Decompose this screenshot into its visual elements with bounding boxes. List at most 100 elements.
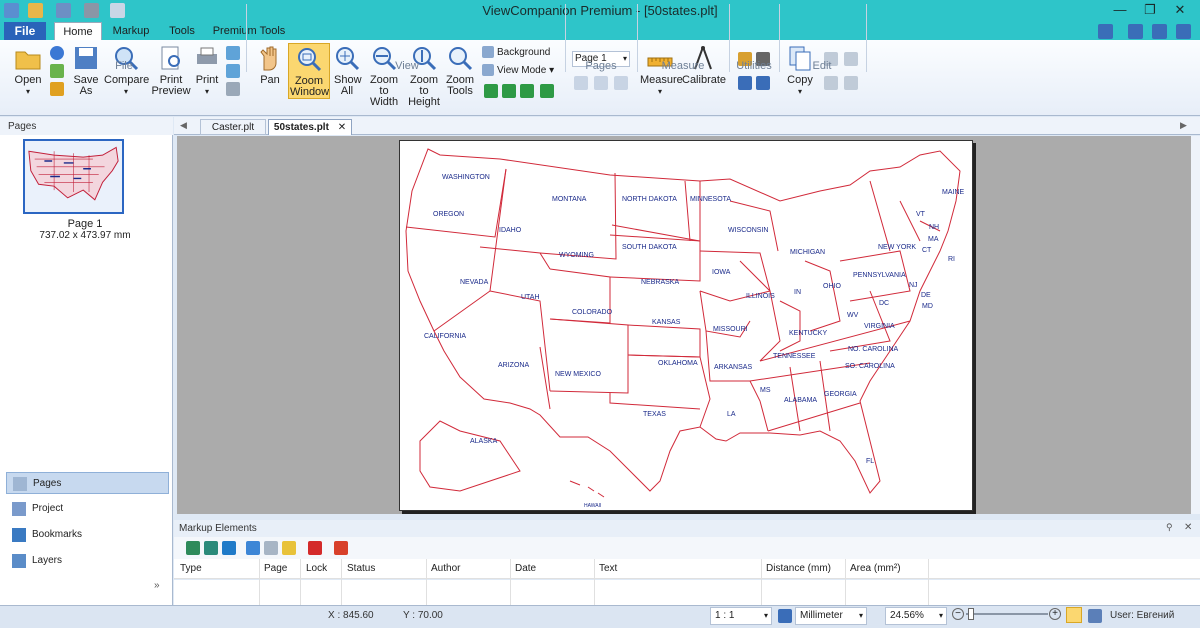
zoom-to-height-button[interactable]: Zoom to Height <box>404 44 444 108</box>
map-state-label: HAWAII <box>584 503 602 509</box>
first-page-icon[interactable] <box>574 76 588 90</box>
tab-scroll-left-icon[interactable]: ◀ <box>180 120 187 131</box>
map-state-label: IDAHO <box>499 227 522 234</box>
chevron-down-icon: ▾ <box>763 611 768 620</box>
close-button[interactable]: ✕ <box>1165 0 1195 20</box>
col-status[interactable]: Status <box>347 563 375 574</box>
tab-premium-tools[interactable]: Premium Tools <box>208 22 290 40</box>
camera-icon[interactable] <box>844 76 858 90</box>
lock-icon[interactable] <box>282 541 296 555</box>
find-icon[interactable] <box>824 76 838 90</box>
search-icon[interactable] <box>756 76 770 90</box>
map-state-label: MINNESOTA <box>690 196 732 203</box>
restore-doc-icon[interactable] <box>1152 24 1167 39</box>
map-state-label: KANSAS <box>652 319 681 326</box>
units-select[interactable]: Millimeter ▾ <box>795 607 867 625</box>
markup-tools-icon[interactable] <box>186 541 200 555</box>
scale-select[interactable]: 1 : 1 ▾ <box>710 607 772 625</box>
pages-panel-header: Pages <box>0 117 173 135</box>
map-state-label: COLORADO <box>572 309 613 316</box>
forward-arrow-icon[interactable] <box>50 82 64 96</box>
map-state-label: NEBRASKA <box>641 279 680 286</box>
zoom-to-width-button[interactable]: Zoom to Width <box>364 44 404 108</box>
cross-tools-icon[interactable] <box>738 76 752 90</box>
ribbon-separator <box>246 4 247 72</box>
tab-home[interactable]: Home <box>54 22 102 40</box>
chevron-down-icon: ▾ <box>858 611 863 620</box>
snap-toggle-icon[interactable] <box>1066 607 1082 623</box>
col-area[interactable]: Area (mm²) <box>850 563 901 574</box>
delete-icon[interactable] <box>308 541 322 555</box>
map-state-label: ARIZONA <box>498 362 530 369</box>
map-state-label: NJ <box>909 282 918 289</box>
markup-grid-body[interactable] <box>174 580 1200 605</box>
map-state-label: OHIO <box>823 283 841 290</box>
layers-icon <box>12 554 26 568</box>
grid-divider <box>928 559 929 605</box>
map-state-label: GEORGIA <box>824 391 857 398</box>
col-text[interactable]: Text <box>599 563 617 574</box>
pin-icon[interactable]: ⚲ <box>1166 522 1173 533</box>
coordinates-icon[interactable] <box>1088 609 1102 623</box>
minimize-button[interactable]: — <box>1105 0 1135 20</box>
map-state-label: SO. CAROLINA <box>845 363 895 370</box>
col-date[interactable]: Date <box>515 563 536 574</box>
markup-comment-icon[interactable] <box>264 541 278 555</box>
page-setup-icon[interactable] <box>226 82 240 96</box>
nav-project[interactable]: Project <box>6 498 169 520</box>
layers-stack-icon[interactable] <box>334 541 348 555</box>
markup-export-icon[interactable] <box>204 541 218 555</box>
status-y-coordinate: Y : 70.00 <box>403 610 443 621</box>
flip-horizontal-icon[interactable] <box>520 84 534 98</box>
next-page-icon[interactable] <box>614 76 628 90</box>
tab-file[interactable]: File <box>4 22 46 40</box>
maximize-button[interactable]: ❐ <box>1135 0 1165 20</box>
prev-page-icon[interactable] <box>594 76 608 90</box>
close-panel-icon[interactable]: ✕ <box>1184 522 1192 533</box>
grid-divider <box>426 559 427 605</box>
col-type[interactable]: Type <box>180 563 202 574</box>
status-x-coordinate: X : 845.60 <box>328 610 374 621</box>
zoom-out-button[interactable]: − <box>952 608 964 620</box>
markup-filter-icon[interactable] <box>222 541 236 555</box>
rotate-left-icon[interactable] <box>484 84 498 98</box>
zoom-select[interactable]: 24.56% ▾ <box>885 607 947 625</box>
background-button[interactable]: Background <box>482 46 562 60</box>
col-author[interactable]: Author <box>431 563 460 574</box>
flip-vertical-icon[interactable] <box>540 84 554 98</box>
col-distance[interactable]: Distance (mm) <box>766 563 831 574</box>
col-lock[interactable]: Lock <box>306 563 327 574</box>
help-options-icon[interactable] <box>1098 24 1113 39</box>
tab-markup[interactable]: Markup <box>105 22 157 40</box>
map-state-label: WASHINGTON <box>442 174 490 181</box>
vertical-scrollbar[interactable] <box>1191 136 1200 514</box>
page-thumbnail[interactable] <box>23 139 124 214</box>
close-doc-icon[interactable] <box>1176 24 1191 39</box>
nav-layers[interactable]: Layers <box>6 550 169 572</box>
map-state-label: WV <box>847 312 859 319</box>
close-tab-icon[interactable]: ✕ <box>338 122 346 133</box>
map-state-label: CT <box>922 247 932 254</box>
grid-divider <box>845 559 846 605</box>
scan-icon[interactable] <box>226 46 240 60</box>
tab-tools[interactable]: Tools <box>160 22 204 40</box>
zoom-slider[interactable] <box>966 613 1048 615</box>
map-state-label: DC <box>879 300 890 307</box>
info-icon[interactable] <box>50 46 64 60</box>
tab-50states[interactable]: 50states.plt ✕ <box>268 119 352 135</box>
rotate-right-icon[interactable] <box>502 84 516 98</box>
col-page[interactable]: Page <box>264 563 287 574</box>
markup-next-icon[interactable] <box>246 541 260 555</box>
nav-pages[interactable]: Pages <box>6 472 169 494</box>
zoom-slider-thumb[interactable] <box>968 608 974 620</box>
tab-scroll-right-icon[interactable]: ▶ <box>1180 120 1187 131</box>
zoom-in-button[interactable]: + <box>1049 608 1061 620</box>
drawing-sheet[interactable]: WASHINGTON OREGON IDAHO MONTANA NORTH DAKOTA… <box>399 140 973 511</box>
map-state-label: FL <box>866 458 875 465</box>
grid-divider <box>594 559 595 605</box>
pages-icon <box>13 477 27 491</box>
tab-caster[interactable]: Caster.plt <box>200 119 266 135</box>
nav-bookmarks[interactable]: Bookmarks <box>6 524 169 546</box>
window-layout-icon[interactable] <box>1128 24 1143 39</box>
expand-chevron-icon[interactable]: » <box>154 580 160 591</box>
